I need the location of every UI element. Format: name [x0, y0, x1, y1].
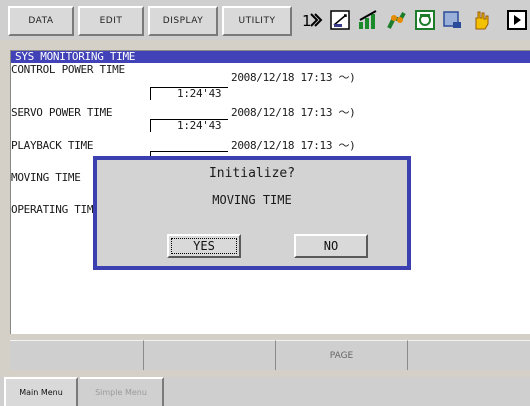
- playback-time-label: PLAYBACK TIME: [11, 139, 94, 152]
- step-icon: [443, 11, 461, 28]
- run-icon: [507, 10, 527, 30]
- control-power-time-box: 1:24'43: [150, 87, 228, 100]
- menu-edit-button[interactable]: EDIT: [78, 6, 144, 36]
- function-key-1[interactable]: [10, 340, 144, 370]
- menu-data-button[interactable]: DATA: [8, 6, 74, 36]
- panel-title-bar: SYS MONITORING TIME: [11, 50, 530, 63]
- servo-power-time-value: 1:24'43: [177, 119, 222, 132]
- function-key-2[interactable]: [144, 340, 276, 370]
- moving-time-label: MOVING TIME: [11, 171, 81, 184]
- dialog-title: Initialize?: [208, 166, 296, 181]
- servo-power-time-box: 1:24'43: [150, 119, 228, 132]
- hand-icon: [475, 11, 489, 30]
- main-menu-tab[interactable]: Main Menu: [4, 377, 78, 406]
- operating-time-label: OPERATING TIME: [11, 203, 100, 216]
- bottom-tab-bar: Main Menu Simple Menu: [0, 377, 530, 406]
- menu-utility-button[interactable]: UTILITY: [222, 6, 292, 36]
- no-button[interactable]: NO: [294, 234, 368, 258]
- page-button[interactable]: PAGE: [276, 340, 408, 370]
- control-power-time-label: CONTROL POWER TIME: [11, 63, 125, 76]
- servo-power-time-date: 2008/12/18 17:13 ～): [231, 106, 356, 119]
- initialize-dialog: Initialize? MOVING TIME YES NO: [93, 156, 411, 270]
- menu-display-button[interactable]: DISPLAY: [148, 6, 218, 36]
- robot-icon: [387, 12, 406, 29]
- svg-text:1: 1: [302, 12, 312, 30]
- servo-power-time-label: SERVO POWER TIME: [11, 106, 113, 119]
- panel-title: SYS MONITORING TIME: [15, 50, 136, 63]
- simple-menu-tab[interactable]: Simple Menu: [80, 377, 164, 406]
- cycle-icon: [415, 10, 435, 30]
- yes-button[interactable]: YES: [167, 234, 241, 258]
- control-power-time-value: 1:24'43: [177, 87, 222, 100]
- status-icon-strip: 1: [297, 6, 530, 36]
- tool-number-icon: 1: [302, 12, 323, 30]
- function-key-4[interactable]: [408, 340, 530, 370]
- edit-lock-icon: [330, 10, 350, 30]
- function-key-bar: PAGE: [10, 340, 530, 370]
- dialog-message: MOVING TIME: [212, 193, 292, 207]
- top-menu-bar: DATA EDIT DISPLAY UTILITY 1: [0, 0, 530, 40]
- play-mode-icon: [359, 10, 377, 29]
- control-power-time-date: 2008/12/18 17:13 ～): [231, 71, 356, 84]
- dialog-body: Initialize? MOVING TIME YES NO: [97, 160, 407, 266]
- playback-time-date: 2008/12/18 17:13 ～): [231, 139, 356, 152]
